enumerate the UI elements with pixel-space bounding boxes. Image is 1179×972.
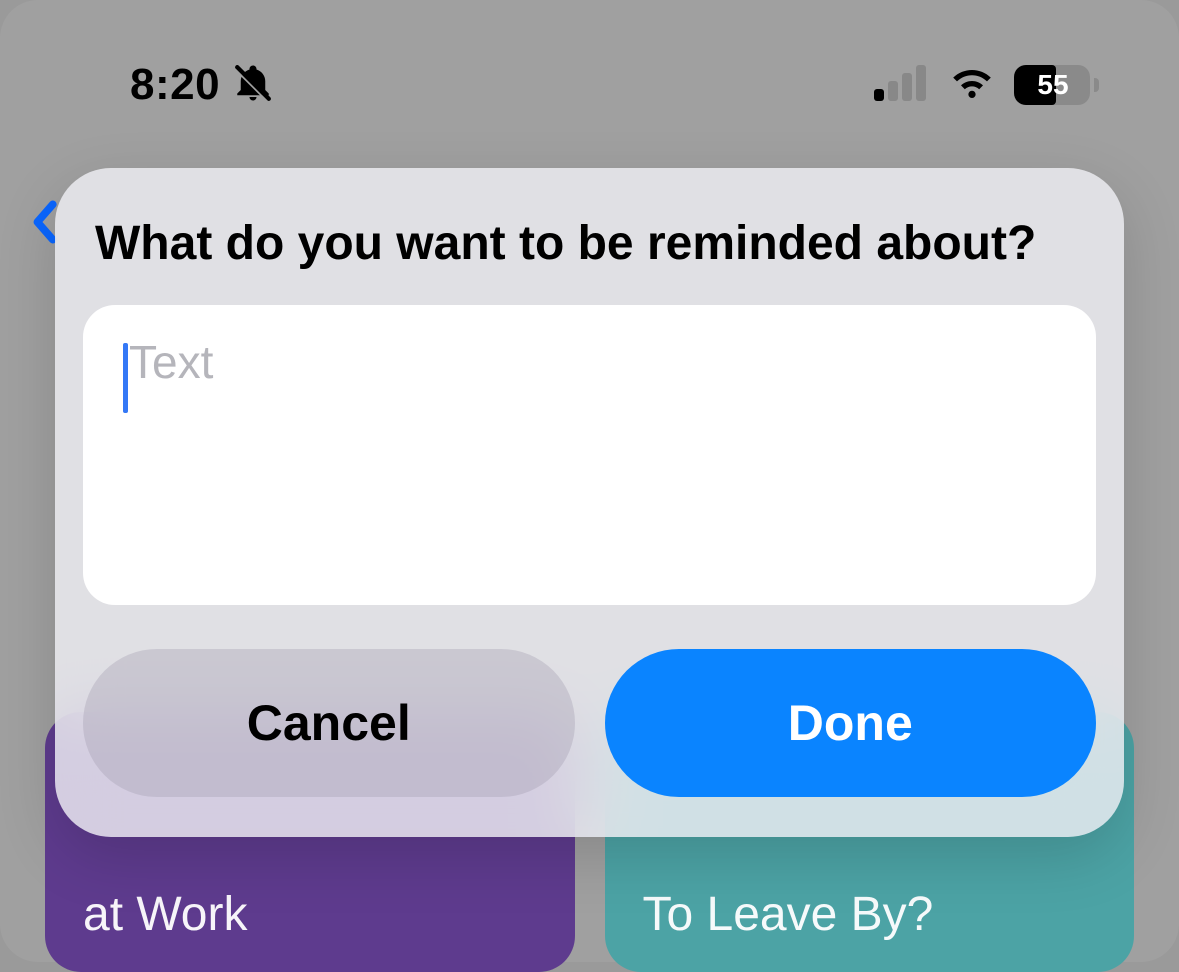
dialog-title: What do you want to be reminded about? [83,216,1096,305]
silent-bell-icon [232,62,274,109]
wifi-icon [948,65,996,106]
cancel-button[interactable]: Cancel [83,649,575,797]
battery-indicator: 55 [1014,65,1099,105]
card-label: To Leave By? [643,887,1097,942]
status-time: 8:20 [130,60,220,110]
battery-percent: 55 [1014,69,1090,101]
dialog-button-row: Cancel Done [83,649,1096,797]
reminder-text-input[interactable] [117,335,1062,575]
done-button[interactable]: Done [605,649,1097,797]
status-bar: 8:20 [0,55,1179,115]
status-right: 55 [874,65,1099,106]
card-label: at Work [83,887,537,942]
reminder-dialog: What do you want to be reminded about? C… [55,168,1124,837]
status-left: 8:20 [130,60,274,110]
text-input-container [83,305,1096,605]
cellular-signal-icon [874,65,930,106]
